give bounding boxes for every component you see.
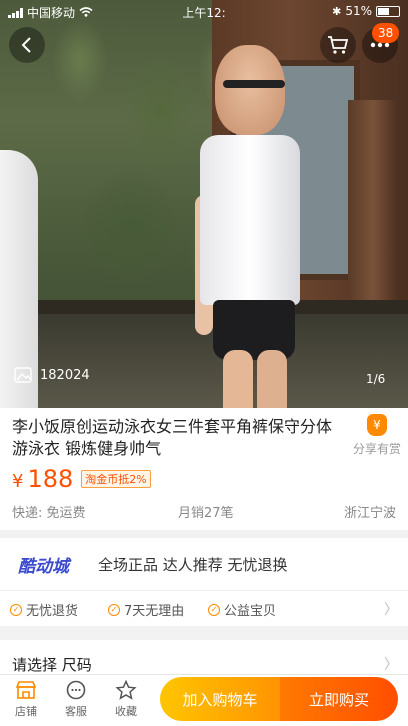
image-page-indicator: 1/6 — [366, 372, 386, 386]
favorite-tab[interactable]: 收藏 — [106, 679, 146, 719]
add-to-cart-button[interactable]: 加入购物车 — [160, 677, 280, 721]
check-circle-icon: ✓ — [10, 603, 22, 616]
view-count-value: 182024 — [40, 367, 90, 383]
cart-button[interactable] — [320, 27, 356, 63]
check-circle-icon: ✓ — [208, 603, 220, 616]
shop-label: 店铺 — [15, 705, 37, 718]
chevron-right-icon: 〉 — [384, 602, 398, 618]
price-value: 188 — [27, 465, 74, 493]
shipping-fee: 快递: 免运费 — [12, 506, 86, 521]
price-row: ¥ 188 淘金币抵2% — [12, 465, 151, 493]
product-info-card: 李小饭原创运动泳衣女三件套平角裤保守分体游泳衣 锻炼健身帅气 ¥ 分享有赏 ¥ … — [0, 408, 408, 530]
chat-icon — [66, 680, 86, 700]
spec-label: 请选择 尺码 — [12, 656, 92, 674]
cart-count-badge: 38 — [372, 23, 400, 43]
view-count: 182024 — [14, 366, 90, 384]
money-bag-icon: ¥ — [367, 414, 387, 436]
monthly-sales: 月销27笔 — [178, 506, 234, 521]
share-label: 分享有赏 — [352, 442, 401, 456]
bluetooth-icon: ✱ — [332, 4, 342, 18]
shop-tab[interactable]: 店铺 — [6, 679, 46, 719]
guarantee-item: ✓ 无忧退货 — [10, 600, 78, 619]
store-logo: 酷动城 — [18, 557, 69, 577]
bottom-action-bar: 店铺 客服 收藏 加入购物车 立即购买 — [0, 674, 408, 726]
battery-percent: 51% — [345, 4, 372, 18]
service-tab[interactable]: 客服 — [56, 679, 96, 719]
photo-icon — [14, 367, 32, 383]
buy-now-button[interactable]: 立即购买 — [280, 677, 398, 721]
ship-location: 浙江宁波 — [343, 506, 396, 521]
share-button[interactable]: ¥ 分享有赏 — [350, 414, 404, 457]
guarantee-item: ✓ 7天无理由 — [108, 600, 184, 619]
service-label: 客服 — [65, 705, 87, 718]
battery-icon — [376, 5, 400, 17]
chevron-left-icon — [21, 37, 31, 53]
favorite-label: 收藏 — [115, 705, 137, 718]
back-button[interactable] — [9, 27, 45, 63]
coin-discount-tag: 淘金币抵2% — [81, 470, 151, 488]
store-icon — [15, 681, 37, 699]
guarantee-row[interactable]: ✓ 无忧退货 ✓ 7天无理由 ✓ 公益宝贝 〉 — [0, 590, 408, 626]
promo-text: 全场正品 达人推荐 无忧退换 — [98, 556, 288, 574]
currency-symbol: ¥ — [12, 471, 24, 492]
product-title: 李小饭原创运动泳衣女三件套平角裤保守分体游泳衣 锻炼健身帅气 — [12, 417, 333, 458]
chevron-right-icon: 〉 — [384, 657, 398, 673]
cart-icon — [328, 36, 349, 54]
star-icon — [115, 680, 137, 700]
shipping-row: 快递: 免运费 月销27笔 浙江宁波 — [12, 502, 396, 521]
store-promo-banner[interactable]: 酷动城 全场正品 达人推荐 无忧退换 — [0, 538, 408, 590]
check-circle-icon: ✓ — [108, 603, 120, 616]
model-figure — [195, 45, 305, 408]
status-bar: 中国移动 上午12: ✱ 51% — [0, 0, 408, 22]
guarantee-item: ✓ 公益宝贝 — [208, 600, 276, 619]
product-image[interactable] — [0, 0, 408, 408]
